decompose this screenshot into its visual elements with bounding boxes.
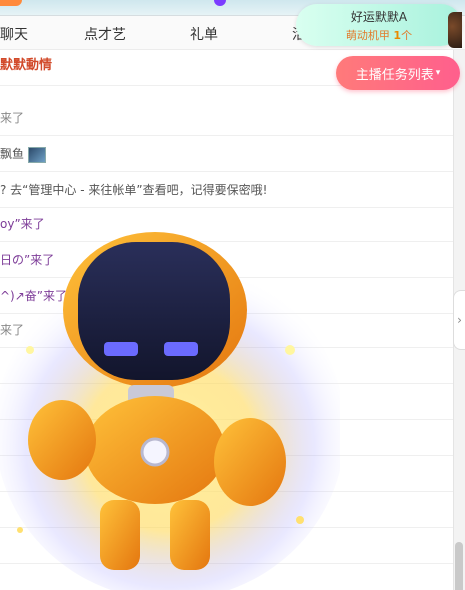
anchor-tasks-button[interactable]: 主播任务列表 ▾ (336, 56, 460, 90)
chat-row (0, 456, 453, 492)
chat-list: 默默動情 来了 飘鱼 ? 去“管理中心 - 来往帐单”查看吧，记得要保密哦! o… (0, 50, 453, 590)
tab-gift-list[interactable]: 礼单 (190, 24, 218, 44)
notice-title: 好运默默A (350, 10, 408, 24)
chat-row-text: 来了 (0, 323, 25, 337)
chat-row (0, 420, 453, 456)
chat-row: oy”来了 (0, 206, 453, 242)
tab-chat[interactable]: 聊天 (0, 24, 28, 44)
chat-row-text: 来了 (0, 111, 25, 125)
chat-row-text: 日の”来了 (0, 253, 55, 267)
chat-row: 来了 (0, 100, 453, 136)
chat-row (0, 492, 453, 528)
notice-count: 1 (393, 29, 402, 42)
chat-row-text: 默默動情 (0, 58, 53, 73)
chat-row (0, 348, 453, 384)
tasks-button-label: 主播任务列表 (355, 67, 434, 83)
chat-row-text: ^)↗奋”来了 (0, 289, 68, 303)
orange-tab-marker (0, 0, 22, 6)
collapse-handle[interactable]: › (453, 290, 465, 350)
chat-row (0, 384, 453, 420)
scrollbar-thumb[interactable] (455, 542, 463, 590)
avatar (448, 12, 462, 48)
chat-row: ? 去“管理中心 - 来往帐单”查看吧，记得要保密哦! (0, 172, 453, 208)
chat-row: 飘鱼 (0, 136, 453, 172)
chat-row-text: 飘鱼 (0, 147, 25, 161)
chat-row: 来了 (0, 312, 453, 348)
fish-badge-icon (27, 146, 46, 163)
chat-row: ^)↗奋”来了 (0, 278, 453, 314)
notice-subtitle: 萌动机甲 1个 (296, 27, 462, 43)
chat-row (0, 528, 453, 564)
purple-tab-marker (214, 0, 226, 6)
notice-unit: 个 (401, 29, 413, 42)
chevron-down-icon: ▾ (435, 68, 441, 78)
chevron-right-icon: › (457, 313, 462, 327)
reward-notice[interactable]: 好运默默A 萌动机甲 1个 (296, 4, 462, 48)
tab-talent[interactable]: 点才艺 (84, 24, 126, 44)
notice-subtitle-prefix: 萌动机甲 (345, 29, 390, 42)
chat-row-text: ? 去“管理中心 - 来往帐单”查看吧，记得要保密哦! (0, 183, 268, 197)
chat-row-text: oy”来了 (0, 217, 45, 231)
chat-row: 日の”来了 (0, 242, 453, 278)
